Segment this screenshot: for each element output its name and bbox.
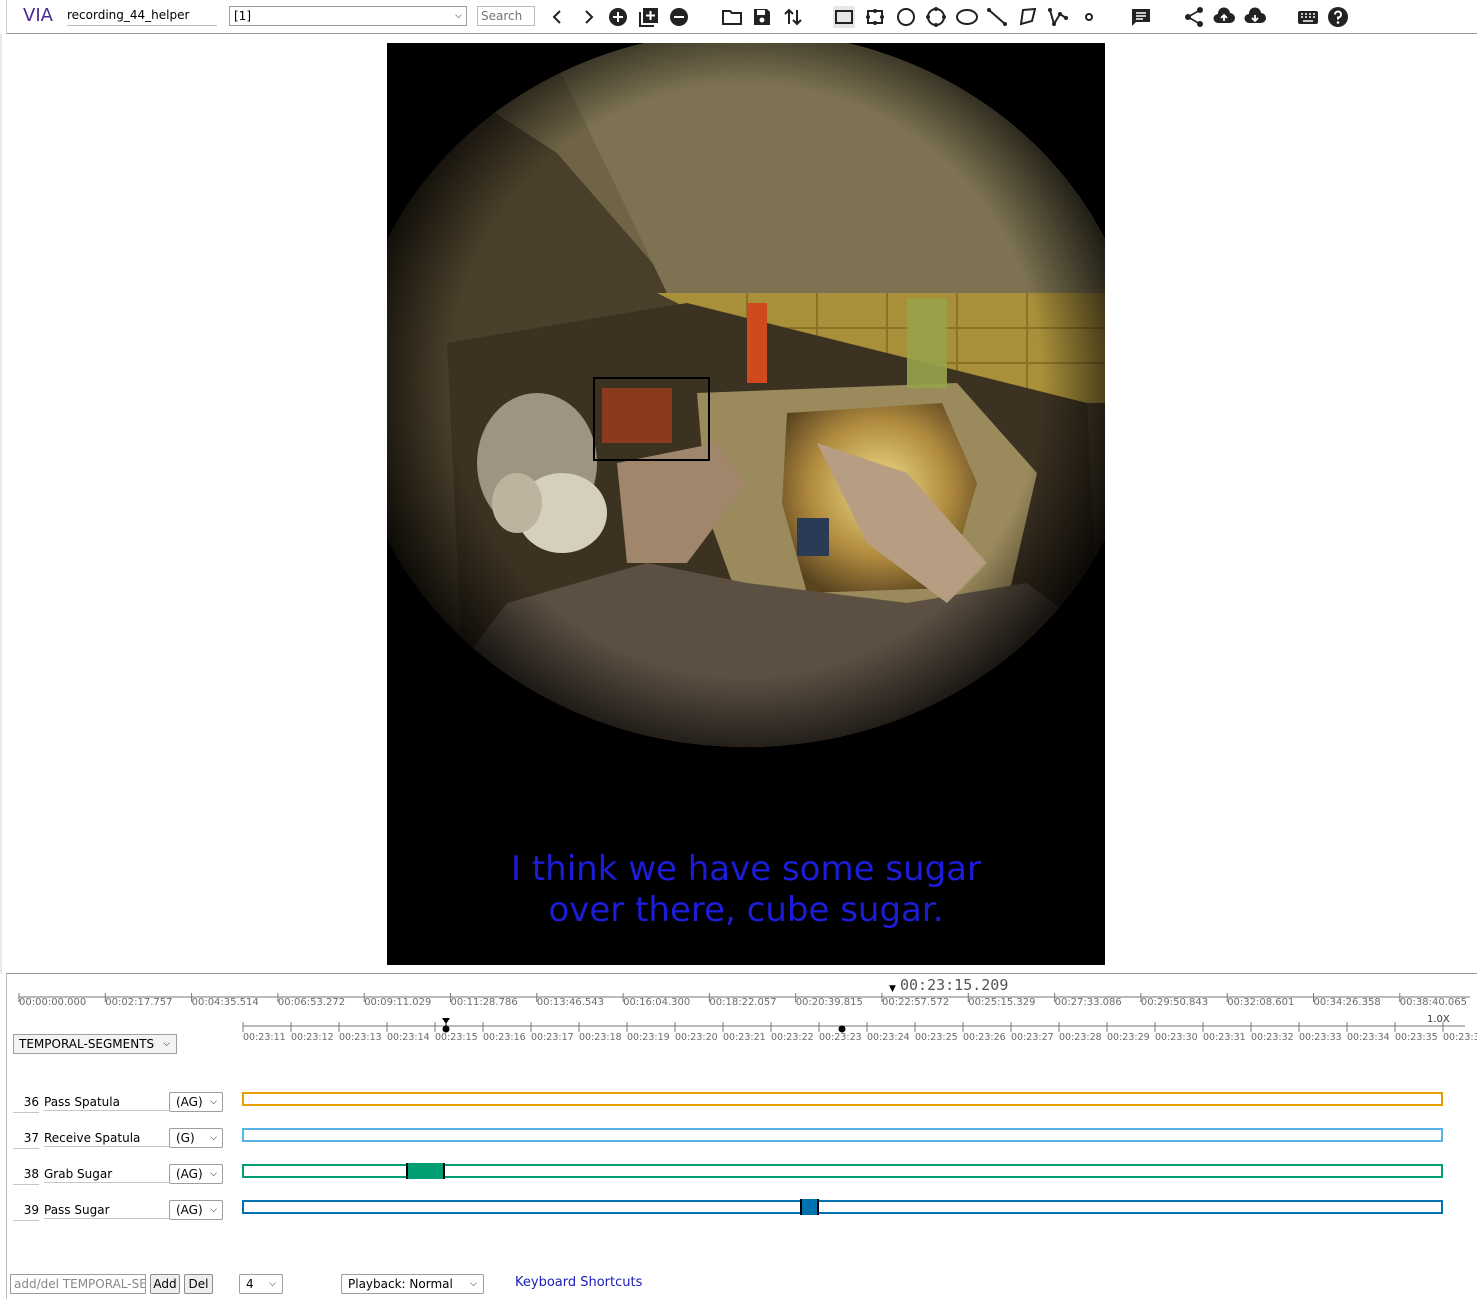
- via-logo: VIA: [23, 5, 53, 26]
- segment-marker-dot: [442, 1025, 450, 1033]
- video-player[interactable]: I think we have some sugar over there, c…: [387, 43, 1105, 965]
- segment-track[interactable]: [242, 1163, 1443, 1179]
- attribute-group-selector[interactable]: TEMPORAL-SEGMENTS ⌵: [13, 1034, 177, 1054]
- row-id: 36: [23, 1095, 39, 1109]
- line-shape-icon[interactable]: [986, 6, 1008, 28]
- polyline-shape-icon[interactable]: [1047, 6, 1069, 28]
- row-type-select[interactable]: (AG) ⌵: [169, 1200, 223, 1220]
- row-count-value: 4: [246, 1277, 254, 1291]
- row-name[interactable]: Grab Sugar: [44, 1167, 169, 1183]
- segment-marker-dot: [838, 1025, 846, 1033]
- add-multiple-icon[interactable]: [638, 6, 660, 28]
- full-ruler-axis: [18, 993, 1470, 1002]
- search-input[interactable]: [477, 6, 535, 26]
- row-id-underline: [13, 1184, 39, 1185]
- row-id: 37: [23, 1131, 39, 1145]
- row-id-underline: [13, 1220, 39, 1221]
- keyboard-shortcuts-link[interactable]: Keyboard Shortcuts: [515, 1275, 642, 1290]
- row-id-underline: [13, 1148, 39, 1149]
- video-frame: [387, 43, 1105, 761]
- import-export-icon[interactable]: [782, 6, 804, 28]
- row-type-select[interactable]: (AG) ⌵: [169, 1092, 223, 1112]
- file-selector[interactable]: [1] ⌵: [229, 6, 467, 26]
- temporal-segment[interactable]: [406, 1163, 445, 1179]
- row-id-underline: [13, 1112, 39, 1113]
- chevron-down-icon: ⌵: [210, 1097, 217, 1107]
- rect-shape-icon[interactable]: [833, 6, 855, 28]
- polygon-shape-icon[interactable]: [1017, 6, 1039, 28]
- chevron-down-icon: ⌵: [210, 1133, 217, 1143]
- open-folder-icon[interactable]: [721, 6, 743, 28]
- temporal-segment[interactable]: [799, 1199, 819, 1215]
- project-name-input[interactable]: [67, 6, 217, 26]
- chevron-down-icon: ⌵: [210, 1169, 217, 1179]
- save-icon[interactable]: [751, 6, 773, 28]
- keyboard-icon[interactable]: [1297, 6, 1319, 28]
- row-type-value: (AG): [176, 1167, 203, 1181]
- help-icon[interactable]: [1327, 6, 1349, 28]
- row-type-value: (AG): [176, 1095, 203, 1109]
- chevron-down-icon: ⌵: [210, 1205, 217, 1215]
- chevron-down-icon: ⌵: [455, 11, 462, 21]
- row-name[interactable]: Pass Sugar: [44, 1203, 169, 1219]
- extreme-circle-icon[interactable]: [925, 6, 947, 28]
- row-type-value: (AG): [176, 1203, 203, 1217]
- remove-file-icon[interactable]: [668, 6, 690, 28]
- left-edge-border: [0, 34, 2, 974]
- chevron-down-icon: ⌵: [470, 1279, 477, 1289]
- upload-cloud-icon[interactable]: [1213, 6, 1235, 28]
- row-count-select[interactable]: 4 ⌵: [239, 1274, 283, 1294]
- row-id: 39: [23, 1203, 39, 1217]
- delete-button[interactable]: Del: [184, 1274, 213, 1294]
- row-type-select[interactable]: (AG) ⌵: [169, 1164, 223, 1184]
- playback-value: Playback: Normal: [348, 1277, 453, 1291]
- add-file-icon[interactable]: [607, 6, 629, 28]
- file-selector-value: [1]: [234, 9, 251, 23]
- segment-track[interactable]: [242, 1092, 1443, 1106]
- comment-icon[interactable]: [1130, 6, 1152, 28]
- zoom-level: 1.0X: [1427, 1014, 1450, 1025]
- row-id: 38: [23, 1167, 39, 1181]
- ellipse-shape-icon[interactable]: [956, 6, 978, 28]
- attribute-group-value: TEMPORAL-SEGMENTS: [19, 1037, 155, 1051]
- next-icon[interactable]: [577, 6, 599, 28]
- chevron-down-icon: ⌵: [269, 1279, 276, 1289]
- point-shape-icon[interactable]: [1078, 6, 1100, 28]
- prev-icon[interactable]: [547, 6, 569, 28]
- extreme-rect-icon[interactable]: [864, 6, 886, 28]
- segment-track[interactable]: [242, 1199, 1443, 1215]
- video-subtitle: I think we have some sugar over there, c…: [511, 849, 981, 930]
- circle-shape-icon[interactable]: [895, 6, 917, 28]
- row-name[interactable]: Pass Spatula: [44, 1095, 169, 1111]
- temporal-segment-input[interactable]: add/del TEMPORAL-SEGMENTS: [10, 1274, 146, 1294]
- share-icon[interactable]: [1183, 6, 1205, 28]
- zoom-ruler-axis: [242, 1018, 1465, 1033]
- row-name[interactable]: Receive Spatula: [44, 1131, 169, 1147]
- add-button[interactable]: Add: [150, 1274, 180, 1294]
- download-cloud-icon[interactable]: [1244, 6, 1266, 28]
- chevron-down-icon: ⌵: [163, 1039, 170, 1049]
- row-type-value: (G): [176, 1131, 195, 1145]
- row-type-select[interactable]: (G) ⌵: [169, 1128, 223, 1148]
- segment-track[interactable]: [242, 1128, 1443, 1142]
- playback-select[interactable]: Playback: Normal ⌵: [341, 1274, 484, 1294]
